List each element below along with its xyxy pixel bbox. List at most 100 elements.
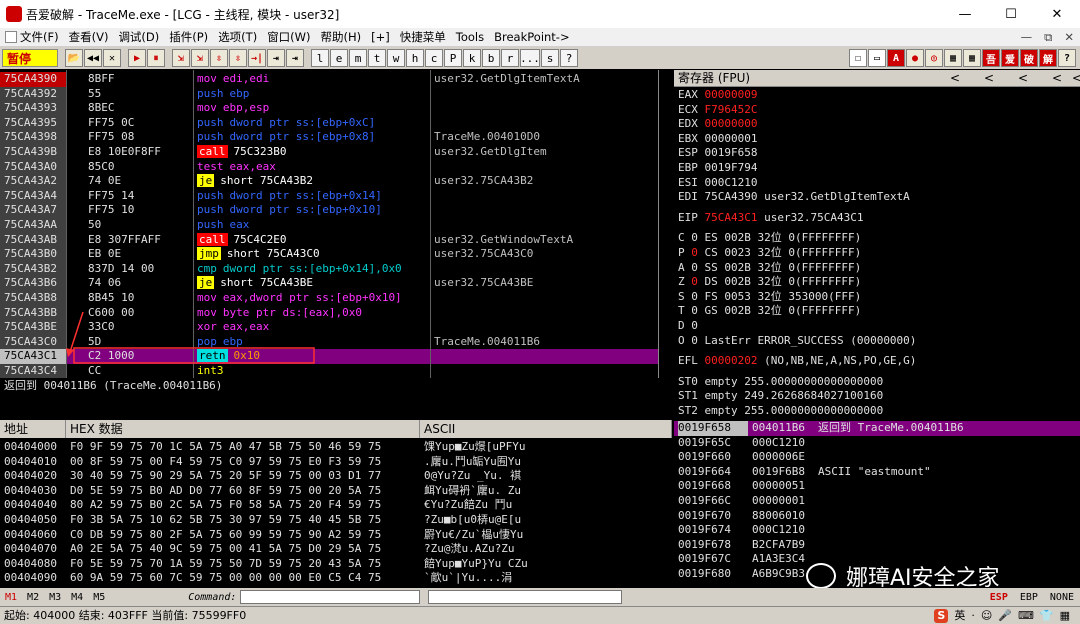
stack-row[interactable]: 0019F658 004011B6 返回到 TraceMe.004011B6 — [674, 421, 1080, 436]
register-row[interactable]: EDI 75CA4390 user32.GetDlgItemTextA — [678, 190, 910, 205]
mark-m3[interactable]: M3 — [44, 592, 66, 603]
disasm-row[interactable]: 75CA4392 55 push ebp — [0, 86, 658, 102]
disasm-row[interactable]: 75CA4393 8BEC mov ebp,esp — [0, 101, 658, 116]
about-button[interactable]: ? — [1058, 49, 1076, 67]
arrow-left-icon[interactable]: < — [1052, 70, 1062, 87]
brand-wu-button[interactable]: 吾 — [982, 49, 1000, 67]
ime-dot[interactable]: · — [971, 607, 975, 624]
dump-col-address[interactable]: 地址 — [0, 420, 66, 438]
menu-file[interactable]: 文件(F) — [0, 29, 64, 45]
menu-shortcut[interactable]: 快捷菜单 — [395, 29, 451, 45]
patches-button[interactable]: P — [444, 49, 462, 67]
disasm-row[interactable]: 75CA43AB E8 307FFAFF call 75C4C2E0 user32.Ge… — [0, 232, 658, 248]
disassembly-panel[interactable]: 75CA4390 8BFF mov edi,edi user32.GetDlgItemT… — [0, 70, 658, 379]
arrow-left-icon[interactable]: < — [950, 70, 960, 87]
windows-button[interactable]: w — [387, 49, 405, 67]
execute-till-return-button[interactable]: →| — [248, 49, 266, 67]
register-row[interactable]: P 0 CS 0023 32位 0(FFFFFFFF) — [678, 246, 861, 261]
command-input[interactable] — [240, 590, 421, 604]
none-button[interactable]: NONE — [1044, 592, 1080, 603]
disasm-row[interactable]: 75CA43B2 837D 14 00 cmp dword ptr ss:[ebp+0… — [0, 261, 658, 277]
dump-col-hex[interactable]: HEX 数据 — [66, 420, 420, 438]
skin-icon[interactable]: 👕 — [1040, 607, 1054, 624]
disasm-row[interactable]: 75CA439B E8 10E0F8FF call 75C323B0 user32.Ge… — [0, 145, 658, 160]
threads-button[interactable]: t — [368, 49, 386, 67]
run-button[interactable]: ▶ — [128, 49, 146, 67]
trace-into-button[interactable]: ⇳ — [210, 49, 228, 67]
brand-po-button[interactable]: 破 — [1020, 49, 1038, 67]
register-row[interactable]: T 0 GS 002B 32位 0(FFFFFFFF) — [678, 304, 861, 319]
brand-jie-button[interactable]: 解 — [1039, 49, 1057, 67]
mark-m1[interactable]: M1 — [0, 592, 22, 603]
disasm-row[interactable]: 75CA4398 FF75 08 push dword ptr ss:[ebp+0x8… — [0, 130, 658, 145]
disasm-row[interactable]: 75CA43BB C600 00 mov byte ptr ds:[eax],0x0 — [0, 305, 658, 321]
registers-panel[interactable]: 寄存器 (FPU) < < < < < EAX 00000009 ECX F79… — [674, 70, 1080, 420]
hex-dump-panel[interactable]: 地址 HEX 数据 ASCII 00404000 F0 9F 59 75 70 1… — [0, 420, 672, 588]
restart-button[interactable]: ◀◀ — [84, 49, 102, 67]
modules-button[interactable]: e — [330, 49, 348, 67]
record-button[interactable]: ● — [906, 49, 924, 67]
cmd-window-button[interactable]: ▭ — [868, 49, 886, 67]
references-button[interactable]: r — [501, 49, 519, 67]
register-row[interactable]: ESI 000C1210 — [678, 176, 757, 191]
breakpoints-button[interactable]: b — [482, 49, 500, 67]
disasm-row[interactable]: 75CA43C4 CC int3 — [0, 364, 658, 379]
disasm-row[interactable]: 75CA43B8 8B45 10 mov eax,dword ptr ss:[ebp+… — [0, 291, 658, 306]
disasm-row[interactable]: 75CA43A4 FF75 14 push dword ptr ss:[ebp+0x1… — [0, 188, 658, 204]
stack-row[interactable]: 0019F660 0000006E — [674, 450, 1080, 465]
menu-options[interactable]: 选项(T) — [213, 29, 262, 45]
arrow-left-icon[interactable]: < — [1072, 70, 1080, 87]
menu-window[interactable]: 窗口(W) — [262, 29, 315, 45]
ebp-button[interactable]: EBP — [1014, 592, 1044, 603]
register-row[interactable]: S 0 FS 0053 32位 353000(FFF) — [678, 290, 861, 305]
register-row[interactable]: ST2 empty 255.00000000000000000 — [678, 404, 883, 419]
esp-button[interactable]: ESP — [984, 592, 1014, 603]
handles-button[interactable]: h — [406, 49, 424, 67]
disasm-row[interactable]: 75CA43C0 5D pop ebp TraceMe.004011B6 — [0, 334, 658, 350]
pause-button[interactable]: ⏸ — [147, 49, 165, 67]
disasm-row[interactable]: 75CA43A7 FF75 10 push dword ptr ss:[ebp+0x1… — [0, 203, 658, 218]
disasm-row[interactable]: 75CA43AA 50 push eax — [0, 218, 658, 233]
menu-view[interactable]: 查看(V) — [64, 29, 114, 45]
stack-row[interactable]: 0019F678 B2CFA7B9 — [674, 538, 1080, 553]
window-button[interactable]: ☐ — [849, 49, 867, 67]
register-row[interactable]: ECX F796452C — [678, 103, 757, 118]
goto-origin-button[interactable]: ⇥ — [286, 49, 304, 67]
stack-row[interactable]: 0019F664 0019F6B8 ASCII "eastmount" — [674, 465, 1080, 480]
disasm-row[interactable]: 75CA43A0 85C0 test eax,eax — [0, 159, 658, 175]
help-button[interactable]: ? — [560, 49, 578, 67]
menu-plugins[interactable]: 插件(P) — [164, 29, 213, 45]
emoji-icon[interactable]: ☺ — [981, 607, 992, 624]
register-row[interactable]: EBX 00000001 — [678, 132, 757, 147]
register-row[interactable]: EBP 0019F794 — [678, 161, 757, 176]
close-program-button[interactable]: ✕ — [103, 49, 121, 67]
register-row[interactable]: ST0 empty 255.00000000000000000 — [678, 375, 883, 390]
menu-plus[interactable]: [+] — [366, 30, 395, 44]
dump-col-ascii[interactable]: ASCII — [420, 420, 672, 438]
step-over-button[interactable]: ⇲ — [191, 49, 209, 67]
register-row[interactable]: Z 0 DS 002B 32位 0(FFFFFFFF) — [678, 275, 861, 290]
mark-m2[interactable]: M2 — [22, 592, 44, 603]
stack-row[interactable]: 0019F66C 00000001 — [674, 494, 1080, 509]
register-row[interactable]: O 0 LastErr ERROR_SUCCESS (00000000) — [678, 334, 916, 349]
register-row[interactable]: EAX 00000009 — [678, 88, 757, 103]
disasm-row[interactable]: 75CA43B0 EB 0E jmp short 75CA43C0 user32.75C… — [0, 247, 658, 262]
mdi-minimize-button[interactable]: — — [1015, 30, 1039, 45]
stack-row[interactable]: 0019F674 000C1210 — [674, 523, 1080, 538]
disasm-row[interactable]: 75CA4390 8BFF mov edi,edi user32.GetDlgItemT… — [0, 72, 658, 87]
register-row[interactable]: EIP 75CA43C1 user32.75CA43C1 — [678, 211, 863, 226]
disasm-row[interactable]: 75CA43B6 74 06 je short 75CA43BE user32.75CA… — [0, 276, 658, 291]
open-button[interactable]: 📂 — [65, 49, 83, 67]
register-row[interactable]: EDX 00000000 — [678, 117, 757, 132]
menu-breakpoint[interactable]: BreakPoint-> — [489, 30, 575, 44]
menu-grid-icon[interactable]: ▦ — [1060, 607, 1070, 624]
arrow-left-icon[interactable]: < — [1018, 70, 1028, 87]
grid-button-1[interactable]: ▦ — [944, 49, 962, 67]
sogou-icon[interactable]: S — [934, 609, 949, 623]
register-row[interactable]: ESP 0019F658 — [678, 146, 757, 161]
register-row[interactable]: C 0 ES 002B 32位 0(FFFFFFFF) — [678, 231, 861, 246]
register-row[interactable]: EFL 00000202 (NO,NB,NE,A,NS,PO,GE,G) — [678, 354, 916, 369]
brand-ai-button[interactable]: 爱 — [1001, 49, 1019, 67]
step-into-button[interactable]: ⇲ — [172, 49, 190, 67]
maximize-button[interactable]: ☐ — [988, 7, 1034, 22]
